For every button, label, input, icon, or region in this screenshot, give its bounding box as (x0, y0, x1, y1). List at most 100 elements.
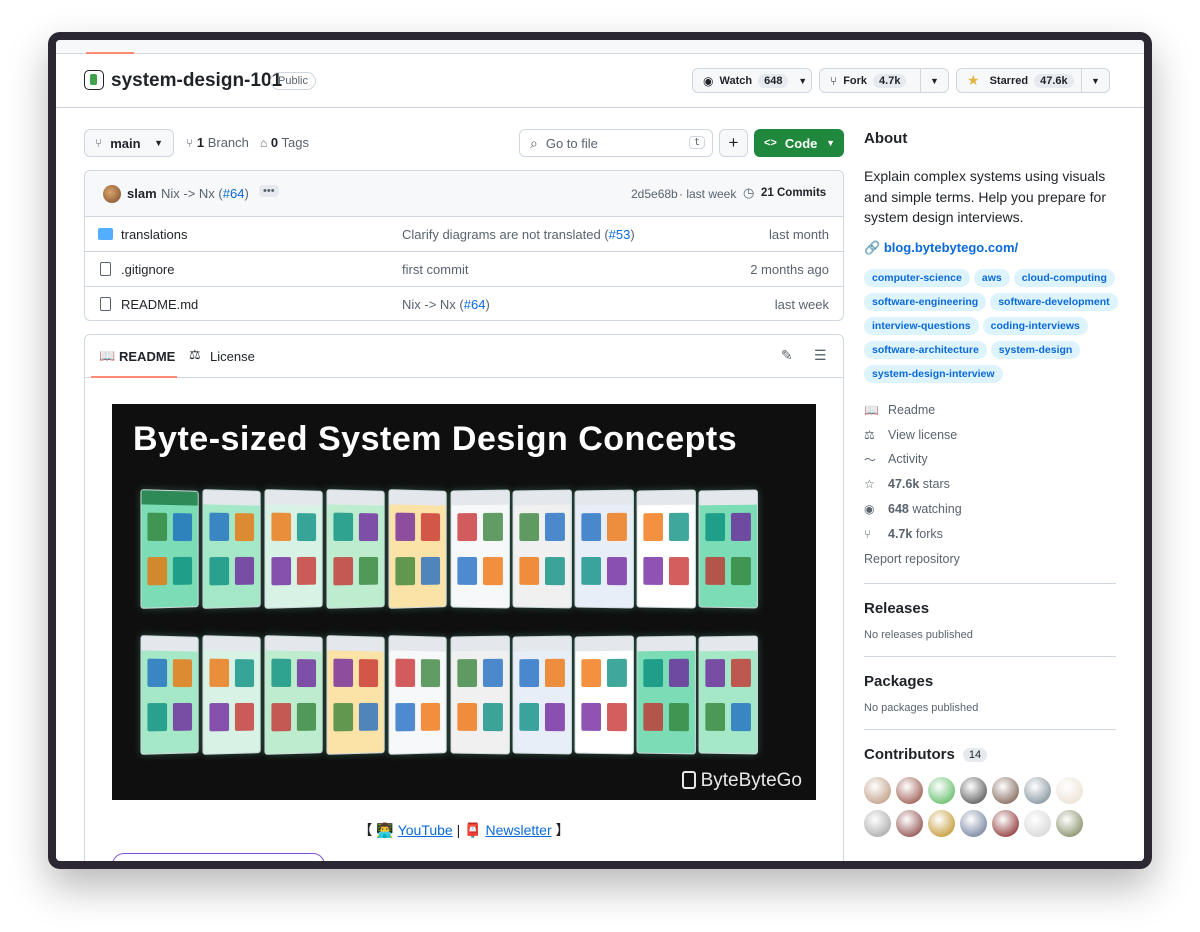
go-to-file-search[interactable]: ⌕ Go to file t (519, 129, 713, 157)
branches-link[interactable]: ⑂ 1 Branch (186, 135, 249, 150)
commits-link[interactable]: 21 Commits (761, 187, 826, 199)
avatar[interactable] (960, 777, 987, 805)
about-sidebar: About Explain complex systems using visu… (864, 130, 1118, 843)
banner-logo-text: ByteByteGo (700, 770, 802, 791)
outline-list-icon[interactable]: ☰ (814, 347, 827, 364)
diagram-thumbnail (264, 635, 323, 755)
avatar[interactable] (960, 810, 987, 838)
avatar[interactable] (928, 810, 955, 838)
releases-heading[interactable]: Releases (864, 600, 1116, 617)
file-commit-message[interactable]: Clarify diagrams are not translated (#53… (402, 227, 635, 242)
avatar[interactable] (1056, 810, 1083, 838)
file-name[interactable]: .gitignore (121, 262, 174, 277)
chevron-down-icon[interactable]: ▼ (1081, 69, 1109, 92)
readme-banner-image: Byte-sized System Design Concepts ByteBy… (112, 404, 816, 800)
topic-tag[interactable]: aws (973, 268, 1010, 287)
star-button[interactable]: ★ Starred 47.6k ▼ (956, 68, 1110, 93)
file-commit-pr-link[interactable]: #53 (609, 227, 631, 242)
edit-pencil-icon[interactable]: ✎ (781, 347, 793, 364)
chevron-down-icon[interactable]: ▼ (794, 69, 811, 92)
packages-heading[interactable]: Packages (864, 673, 1116, 690)
tags-count: 0 (270, 135, 279, 150)
activity-label: Activity (888, 452, 928, 467)
diagram-thumbnail (450, 635, 510, 755)
banner-logo: ByteByteGo (681, 770, 802, 792)
newsletter-link[interactable]: Newsletter (485, 822, 551, 838)
add-file-button[interactable]: + (719, 129, 748, 157)
eye-icon: ◉ (703, 73, 714, 88)
repo-name-link[interactable]: system-design-101 (111, 70, 282, 92)
topic-tag[interactable]: system-design (990, 340, 1081, 359)
fork-button[interactable]: ⑂ Fork 4.7k ▼ (819, 68, 949, 93)
avatar[interactable] (864, 777, 891, 805)
avatar[interactable] (992, 777, 1019, 805)
watch-button[interactable]: ◉ Watch 648 ▼ (692, 68, 812, 93)
commit-author[interactable]: slam (127, 186, 157, 201)
tags-label: Tags (281, 135, 309, 150)
license-link[interactable]: ⚖ View license (864, 422, 1116, 447)
diagram-thumbnail (574, 489, 634, 609)
contributors-header[interactable]: Contributors 14 (864, 746, 1116, 763)
watching-link[interactable]: ◉ 648 watching (864, 497, 1116, 522)
repo-avatar-icon (84, 70, 104, 90)
diagram-thumbnail (140, 489, 199, 609)
stars-link[interactable]: ☆ 47.6k stars (864, 472, 1116, 497)
avatar[interactable] (992, 810, 1019, 838)
file-commit-message[interactable]: first commit (402, 262, 468, 277)
tags-link[interactable]: ⌂ 0 Tags (260, 135, 309, 150)
avatar[interactable] (864, 810, 891, 838)
fork-label: Fork (843, 74, 868, 87)
file-row[interactable]: translations Clarify diagrams are not tr… (85, 217, 843, 252)
expand-commit-icon[interactable]: ••• (259, 185, 279, 197)
topic-tag[interactable]: system-design-interview (864, 364, 1003, 383)
tab-license[interactable]: ⚖ License (189, 335, 269, 378)
bracket-close: 】 (555, 822, 570, 838)
link-separator: | (456, 822, 461, 838)
tab-readme-label: README (119, 349, 176, 364)
chevron-down-icon: ▼ (826, 138, 835, 148)
topic-tag[interactable]: interview-questions (864, 316, 979, 335)
branch-selector[interactable]: ⑂ main ▼ (84, 129, 174, 157)
youtube-link[interactable]: YouTube (398, 822, 453, 838)
website-url: blog.bytebytego.com/ (883, 239, 1019, 255)
topic-tag[interactable]: computer-science (864, 268, 970, 287)
commit-message[interactable]: Nix -> Nx (#64) (161, 186, 249, 201)
file-name[interactable]: translations (121, 227, 187, 242)
topic-tag[interactable]: software-architecture (864, 340, 987, 359)
code-button[interactable]: <> Code ▼ (754, 129, 844, 157)
file-commit-message[interactable]: Nix -> Nx (#64) (402, 297, 490, 312)
file-name[interactable]: README.md (121, 297, 198, 312)
topic-tag[interactable]: cloud-computing (1013, 268, 1115, 287)
commit-hash[interactable]: 2d5e68b (631, 187, 678, 201)
file-icon (100, 262, 111, 276)
sponsor-button[interactable] (112, 853, 325, 861)
fork-icon: ⑂ (864, 526, 872, 541)
avatar[interactable] (103, 185, 121, 203)
visibility-badge: Public (270, 72, 316, 90)
avatar[interactable] (928, 777, 955, 805)
topic-tag[interactable]: coding-interviews (982, 316, 1088, 335)
topic-tag[interactable]: software-development (990, 292, 1118, 311)
avatar[interactable] (1024, 810, 1051, 838)
avatar[interactable] (1056, 777, 1083, 805)
avatar[interactable] (896, 810, 923, 838)
divider (864, 729, 1116, 731)
banner-title: Byte-sized System Design Concepts (133, 420, 738, 458)
avatar[interactable] (1024, 777, 1051, 805)
tab-readme[interactable]: 📖 README (91, 335, 177, 378)
watching-count: 648 (888, 502, 909, 517)
website-link[interactable]: 🔗 blog.bytebytego.com/ (864, 240, 1116, 256)
file-row[interactable]: README.md Nix -> Nx (#64) last week (85, 287, 843, 320)
commit-pr-link[interactable]: #64 (223, 186, 245, 201)
readme-link[interactable]: 📖 Readme (864, 398, 1116, 423)
forks-link[interactable]: ⑂ 4.7k forks (864, 521, 1116, 546)
file-commit-pr-link[interactable]: #64 (464, 297, 486, 312)
scale-icon: ⚖ (864, 427, 875, 442)
activity-link[interactable]: 〜 Activity (864, 447, 1116, 472)
topic-tag[interactable]: software-engineering (864, 292, 987, 311)
chevron-down-icon[interactable]: ▼ (920, 69, 948, 92)
report-repository-link[interactable]: Report repository (864, 546, 1116, 571)
avatar[interactable] (896, 777, 923, 805)
file-row[interactable]: .gitignore first commit 2 months ago (85, 252, 843, 287)
packages-empty-text: No packages published (864, 702, 979, 715)
